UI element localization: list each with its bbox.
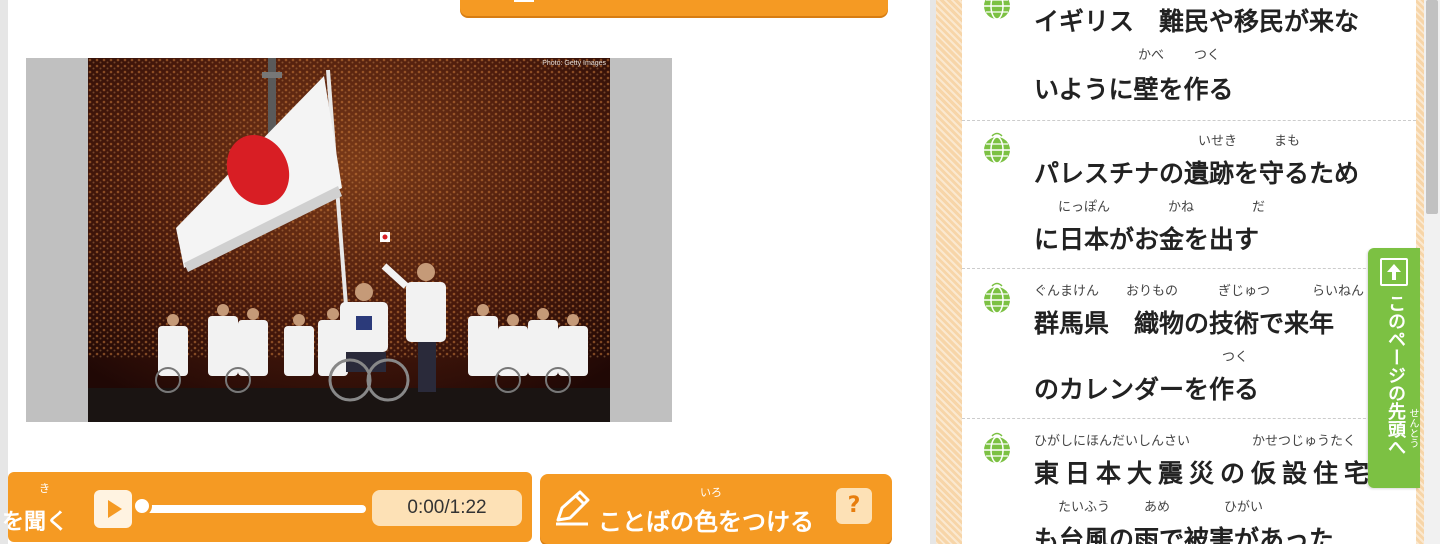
news-ruby: ぐんまけん: [1034, 284, 1100, 299]
color-words-button[interactable]: いろ ことばの色をつける ?: [540, 474, 892, 544]
read-text-button[interactable]: [460, 0, 888, 16]
time-display: 0:00/1:22: [372, 490, 522, 526]
news-headline-line: パレスチナの遺跡を守るため: [1034, 159, 1360, 188]
news-headline-line: いように壁を作る: [1034, 75, 1234, 104]
news-item[interactable]: ひがしにほんだいしんさい かせつじゅうたく 東日本大震災の仮設住宅 たいふう あ…: [962, 420, 1416, 544]
news-ruby: ぎじゅつ: [1218, 284, 1271, 299]
news-item[interactable]: ぐんまけん おりもの ぎじゅつ らいねん 群馬県 織物の技術で来年 つく のカレ…: [962, 270, 1416, 419]
article-photo: Photo: Getty Images: [88, 58, 610, 422]
news-ruby: だ: [1252, 200, 1266, 215]
audio-player: き を聞く 0:00/1:22: [2, 472, 532, 542]
news-ruby: にっぽん: [1058, 200, 1111, 215]
news-headline-line: に日本がお金を出す: [1034, 225, 1260, 254]
globe-icon: [984, 282, 1010, 314]
globe-icon: [984, 0, 1010, 20]
news-headline-line: 東日本大震災の仮設住宅: [1034, 459, 1376, 488]
news-ruby: らいねん: [1312, 284, 1365, 299]
arrow-up-icon: [1387, 264, 1401, 280]
scrollbar-thumb[interactable]: [1426, 0, 1438, 214]
opening-ceremony-image: [88, 58, 610, 422]
listen-label: を聞く: [2, 510, 69, 535]
help-button[interactable]: ?: [836, 488, 872, 524]
seek-bar[interactable]: [142, 505, 366, 513]
news-ruby: たいふう: [1058, 500, 1111, 515]
news-ruby: いせき: [1198, 134, 1238, 149]
upload-arrow-icon: [1380, 258, 1408, 286]
color-words-label: ことばの色をつける: [598, 508, 814, 536]
book-icon: [514, 0, 534, 2]
color-ruby: いろ: [700, 486, 722, 499]
globe-icon: [984, 132, 1010, 164]
news-ruby: ひがい: [1224, 500, 1264, 515]
news-ruby: かせつじゅうたく: [1252, 434, 1357, 449]
photo-credit: Photo: Getty Images: [542, 60, 606, 67]
globe-icon: [984, 432, 1010, 464]
news-item[interactable]: イギリス 難民や移民が来な かべ つく いように壁を作る: [962, 0, 1416, 121]
news-headline-line: 群馬県 織物の技術で来年: [1034, 309, 1335, 338]
news-ruby: まも: [1274, 134, 1301, 149]
listen-ruby: き: [39, 482, 50, 495]
news-headline-line: も台風の雨で被害があった: [1034, 525, 1335, 544]
news-ruby: かべ: [1138, 48, 1165, 63]
news-ruby: ひがしにほんだいしんさい: [1034, 434, 1191, 449]
news-headline-line: イギリス 難民や移民が来な: [1034, 7, 1360, 36]
back-to-top-button[interactable]: このページの先頭へ せんとう: [1368, 248, 1420, 488]
seek-handle[interactable]: [132, 496, 152, 516]
news-headline-line: のカレンダーを作る: [1034, 375, 1260, 404]
back-to-top-ruby: せんとう: [1407, 408, 1418, 448]
news-ruby: つく: [1194, 48, 1221, 63]
news-ruby: あめ: [1144, 500, 1171, 515]
news-list: イギリス 難民や移民が来な かべ つく いように壁を作る いせき まも パレスチ…: [962, 0, 1416, 544]
play-button[interactable]: [94, 490, 132, 528]
news-ruby: かね: [1168, 200, 1195, 215]
news-ruby: つく: [1222, 350, 1249, 365]
news-ruby: おりもの: [1126, 284, 1179, 299]
news-item[interactable]: いせき まも パレスチナの遺跡を守るため にっぽん かね だ に日本がお金を出す: [962, 120, 1416, 269]
pencil-icon: [556, 490, 590, 526]
